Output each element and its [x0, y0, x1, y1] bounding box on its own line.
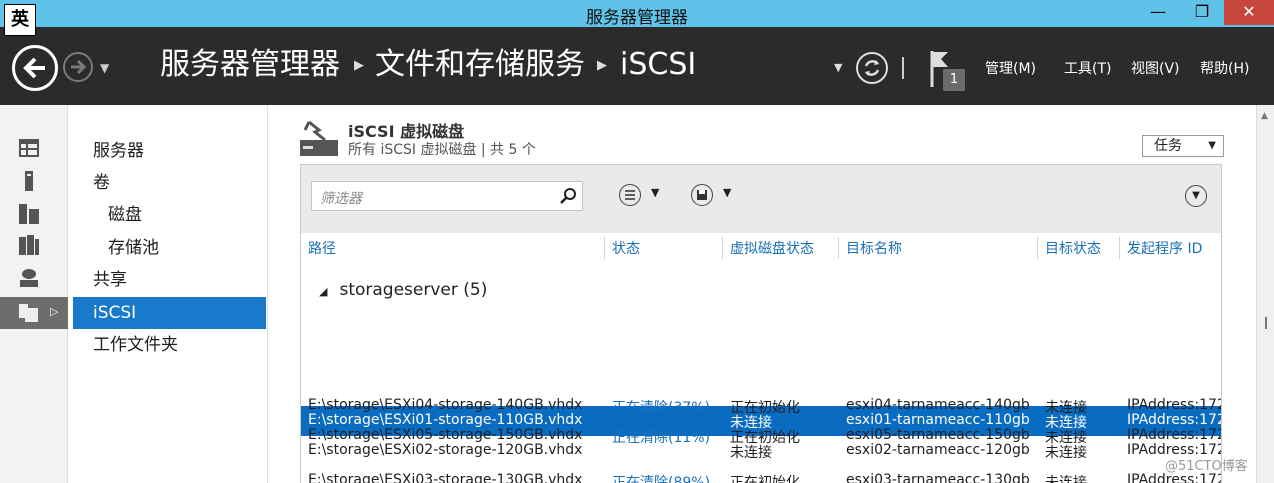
- breadcrumb-separator-icon: ▶: [354, 58, 364, 73]
- breadcrumb-separator-icon: ▶: [597, 58, 607, 73]
- menu-tools[interactable]: 工具(T): [1064, 58, 1111, 78]
- left-icon-strip: ▷: [0, 105, 68, 483]
- save-query-button[interactable]: ▼: [691, 182, 751, 208]
- arrow-right-icon: [71, 59, 87, 75]
- column-header-status[interactable]: 状态: [612, 238, 640, 258]
- arrow-left-icon: [23, 57, 45, 79]
- column-header-path[interactable]: 路径: [308, 238, 336, 258]
- minimize-button[interactable]: —: [1136, 0, 1180, 25]
- column-divider[interactable]: [1037, 237, 1038, 259]
- chevron-down-icon: ▼: [1208, 140, 1216, 151]
- nav-item-storage-pools[interactable]: 存储池: [108, 232, 159, 264]
- list-icon: [619, 184, 641, 206]
- cell-target-name: esxi03-tarnameacc-130gb: [846, 472, 1030, 483]
- cell-initiator-id: IPAddress:172: [1127, 427, 1221, 443]
- forward-button[interactable]: [63, 52, 93, 82]
- column-divider[interactable]: [838, 237, 839, 259]
- cell-path: E:\storage\ESXi04-storage-140GB.vhdx: [308, 397, 583, 413]
- nav-item-disks[interactable]: 磁盘: [108, 199, 142, 231]
- refresh-button[interactable]: [856, 52, 888, 84]
- cell-initiator-id: IPAddress:172: [1127, 397, 1221, 413]
- menu-manage[interactable]: 管理(M): [985, 58, 1036, 78]
- chevron-down-icon: ▼: [723, 186, 732, 199]
- watermark: @51CTO博客: [1165, 459, 1248, 474]
- column-divider[interactable]: [722, 237, 723, 259]
- cell-path: E:\storage\ESXi03-storage-130GB.vhdx: [308, 472, 583, 483]
- collapse-icon[interactable]: ▼: [1185, 185, 1207, 207]
- nav-item-iscsi[interactable]: iSCSI: [73, 297, 266, 329]
- save-icon: [691, 184, 713, 206]
- nav-item-volumes[interactable]: 卷: [93, 167, 110, 199]
- history-dropdown-icon[interactable]: ▼: [100, 61, 109, 75]
- cell-status: 正在清除(37%): [612, 400, 711, 416]
- table-row[interactable]: E:\storage\ESXi03-storage-130GB.vhdx 正在清…: [301, 466, 1221, 483]
- column-divider[interactable]: [604, 237, 605, 259]
- cell-target-name: esxi04-tarnameacc-140gb: [846, 397, 1030, 413]
- server-manager-window: 服务器管理器 — ❐ ✕ 英 ▼ 服务器管理器 ▶ 文件和存储服务 ▶ iSCS…: [0, 0, 1274, 483]
- search-icon[interactable]: [558, 186, 578, 206]
- column-header-target-name[interactable]: 目标名称: [846, 238, 902, 258]
- dashboard-icon[interactable]: [18, 137, 40, 159]
- back-button[interactable]: [12, 45, 58, 91]
- nav-item-shares[interactable]: 共享: [93, 264, 127, 296]
- window-title: 服务器管理器: [586, 8, 688, 28]
- menu-view[interactable]: 视图(V): [1131, 58, 1180, 78]
- header-divider: [902, 57, 904, 79]
- local-server-icon[interactable]: [18, 170, 40, 192]
- group-header[interactable]: ◢ storageserver (5): [319, 280, 487, 300]
- cell-path: E:\storage\ESXi05-storage-150GB.vhdx: [308, 427, 583, 443]
- cell-target-name: esxi05-tarnameacc-150gb: [846, 427, 1030, 443]
- file-services-icon[interactable]: [18, 234, 40, 256]
- notification-count-badge: 1: [943, 69, 965, 91]
- expand-caret-icon[interactable]: ▷: [50, 305, 58, 318]
- collapse-triangle-icon[interactable]: ◢: [319, 285, 327, 298]
- cell-disk-status: 正在初始化: [730, 400, 800, 416]
- cell-status: 正在清除(89%): [612, 475, 711, 483]
- file-storage-icon[interactable]: [18, 301, 40, 323]
- nav-panel: 服务器 卷 磁盘 存储池 共享 iSCSI 工作文件夹: [68, 105, 268, 483]
- nav-item-servers[interactable]: 服务器: [93, 135, 144, 167]
- column-header-disk-status[interactable]: 虚拟磁盘状态: [730, 238, 814, 258]
- table-row[interactable]: E:\storage\ESXi05-storage-150GB.vhdx 正在清…: [301, 421, 1221, 451]
- tile-subtitle: 所有 iSCSI 虚拟磁盘 | 共 5 个: [348, 142, 536, 158]
- maximize-button[interactable]: ❐: [1180, 0, 1224, 25]
- breadcrumb-iscsi[interactable]: iSCSI: [620, 45, 696, 85]
- header-bar: ▼ 服务器管理器 ▶ 文件和存储服务 ▶ iSCSI ▼ 1 管理(M) 工具(…: [0, 27, 1274, 105]
- storage-icon[interactable]: [18, 267, 40, 289]
- all-servers-icon[interactable]: [18, 203, 40, 225]
- tasks-label: 任务: [1154, 138, 1182, 154]
- group-label: storageserver (5): [339, 280, 488, 300]
- tasks-dropdown[interactable]: 任务 ▼: [1142, 135, 1224, 157]
- cell-disk-status: 正在初始化: [730, 430, 800, 446]
- column-header-initiator-id[interactable]: 发起程序 ID: [1127, 238, 1202, 258]
- chevron-down-icon: ▼: [651, 186, 660, 199]
- ime-indicator[interactable]: 英: [4, 4, 36, 36]
- scroll-thumb[interactable]: [1265, 317, 1267, 329]
- list-options-button[interactable]: ▼: [619, 182, 679, 208]
- table-row[interactable]: E:\storage\ESXi04-storage-140GB.vhdx 正在清…: [301, 391, 1221, 421]
- close-button[interactable]: ✕: [1224, 0, 1274, 25]
- filter-bar: 筛选器 ▼ ▼ ▼: [301, 165, 1221, 233]
- iscsi-disk-icon: [300, 120, 338, 156]
- scroll-up-icon[interactable]: ▲: [1261, 111, 1268, 121]
- menu-help[interactable]: 帮助(H): [1200, 58, 1249, 78]
- cell-target-status: 未连接: [1045, 430, 1087, 446]
- vertical-scrollbar[interactable]: ▲: [1256, 105, 1274, 483]
- filter-placeholder: 筛选器: [320, 191, 362, 207]
- cell-target-status: 未连接: [1045, 475, 1087, 483]
- cell-status: 正在清除(11%): [612, 430, 711, 446]
- refresh-icon: [864, 60, 880, 76]
- nav-item-work-folders[interactable]: 工作文件夹: [93, 329, 178, 361]
- breadcrumb-file-storage[interactable]: 文件和存储服务: [375, 45, 585, 85]
- column-divider[interactable]: [1119, 237, 1120, 259]
- column-header-target-status[interactable]: 目标状态: [1045, 238, 1101, 258]
- breadcrumb-server-manager[interactable]: 服务器管理器: [160, 45, 340, 85]
- cell-disk-status: 正在初始化: [730, 475, 800, 483]
- title-bar[interactable]: 服务器管理器 — ❐ ✕: [0, 0, 1274, 28]
- cell-target-status: 未连接: [1045, 400, 1087, 416]
- breadcrumb-dropdown-icon[interactable]: ▼: [834, 61, 842, 74]
- filter-input[interactable]: 筛选器: [311, 181, 583, 211]
